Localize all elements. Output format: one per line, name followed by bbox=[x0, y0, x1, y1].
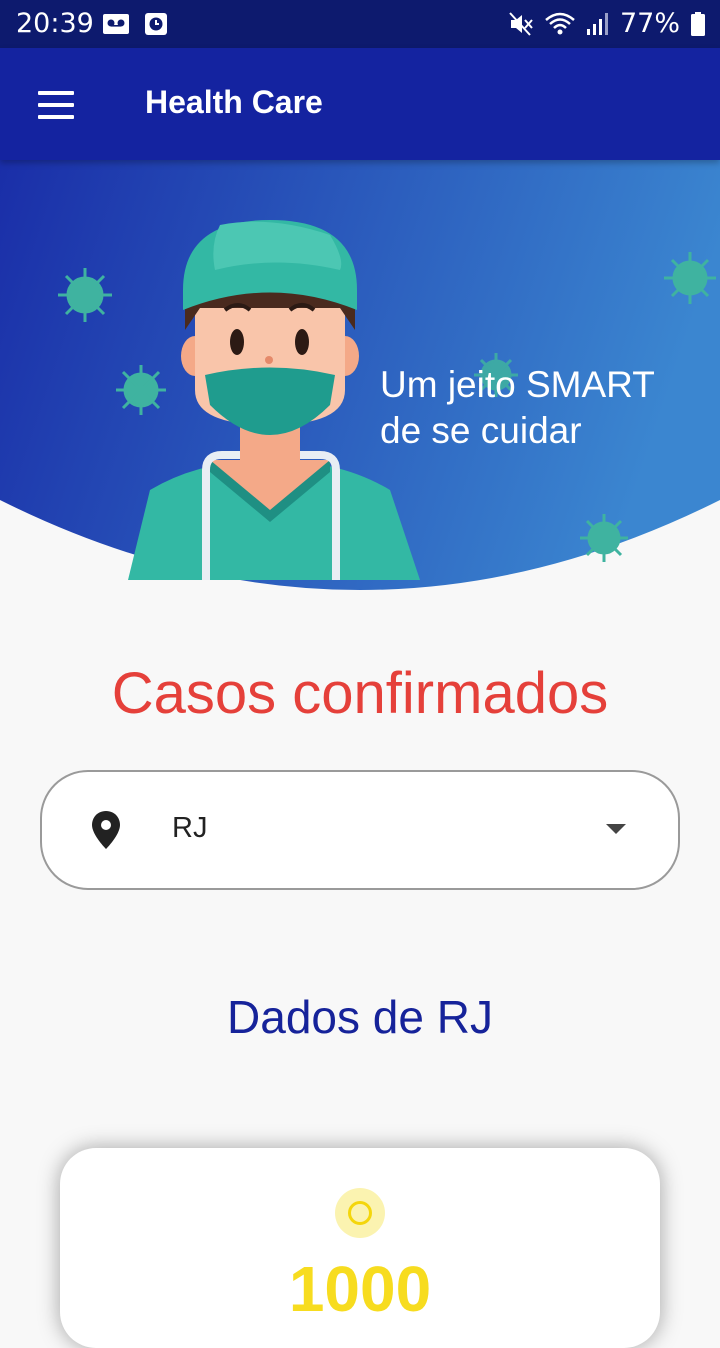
card-number: 1000 bbox=[288, 1253, 432, 1325]
wifi-icon bbox=[545, 12, 575, 35]
selected-state: RJ bbox=[172, 812, 208, 844]
status-bar: 20:39 77% bbox=[0, 0, 720, 48]
menu-button[interactable] bbox=[26, 80, 86, 130]
hero-banner: Um jeito SMART de se cuidar bbox=[0, 160, 720, 600]
cases-title: Casos confirmados bbox=[111, 661, 609, 726]
virus-icon bbox=[116, 365, 166, 415]
app-bar: Health Care bbox=[0, 48, 720, 160]
stats-card: 1000 bbox=[60, 1148, 660, 1348]
virus-icon bbox=[58, 268, 112, 322]
clock-icon bbox=[145, 13, 167, 35]
location-pin-icon bbox=[92, 811, 120, 849]
battery-icon bbox=[691, 12, 705, 36]
hero-tagline-line1: Um jeito SMART bbox=[380, 364, 655, 405]
dropdown-arrow-icon[interactable] bbox=[606, 824, 626, 834]
hero-tagline: Um jeito SMART de se cuidar bbox=[380, 362, 655, 454]
app-title: Health Care bbox=[145, 84, 323, 120]
battery-percent: 77% bbox=[619, 8, 680, 39]
sun-icon bbox=[335, 1188, 385, 1238]
status-time: 20:39 bbox=[16, 8, 94, 39]
status-left-icons bbox=[102, 12, 168, 36]
mute-icon bbox=[509, 12, 533, 36]
region-data-title: Dados de RJ bbox=[227, 991, 493, 1043]
status-right-icons: 77% bbox=[508, 8, 706, 40]
state-selector[interactable]: RJ bbox=[40, 770, 680, 890]
hero-tagline-line2: de se cuidar bbox=[380, 410, 582, 451]
voicemail-icon bbox=[103, 14, 129, 34]
virus-icon bbox=[580, 514, 628, 562]
signal-icon bbox=[586, 13, 608, 35]
menu-icon bbox=[38, 91, 74, 95]
